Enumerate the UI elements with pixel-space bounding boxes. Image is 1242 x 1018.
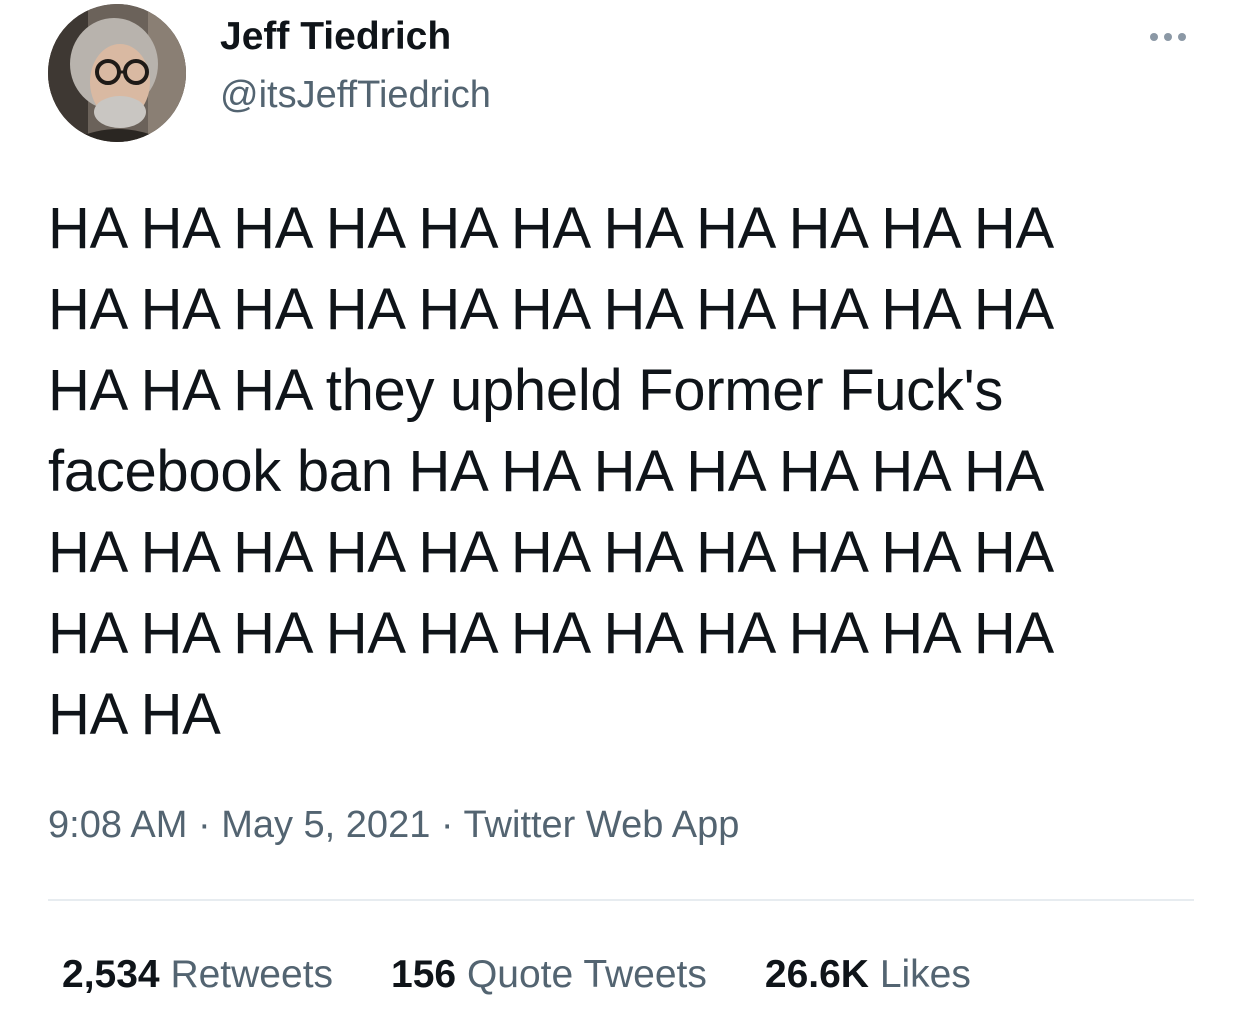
quote-tweets-stat[interactable]: 156 Quote Tweets (391, 952, 707, 998)
retweets-stat[interactable]: 2,534 Retweets (62, 952, 333, 998)
display-name[interactable]: Jeff Tiedrich (220, 14, 451, 60)
more-horizontal-icon (1150, 33, 1158, 41)
user-handle[interactable]: @itsJeffTiedrich (220, 72, 491, 118)
meta-separator: · (187, 804, 222, 846)
tweet-date[interactable]: May 5, 2021 (221, 804, 430, 846)
divider (48, 899, 1194, 901)
likes-stat[interactable]: 26.6K Likes (765, 952, 971, 998)
tweet-source[interactable]: Twitter Web App (463, 804, 739, 846)
retweets-label: Retweets (170, 953, 334, 996)
profile-photo-icon (48, 4, 186, 142)
tweet-time[interactable]: 9:08 AM (48, 804, 187, 846)
tweet-metadata: 9:08 AM · May 5, 2021 · Twitter Web App (48, 802, 739, 848)
more-options-button[interactable] (1140, 22, 1196, 52)
quote-tweets-label: Quote Tweets (466, 953, 707, 996)
tweet-text: HA HA HA HA HA HA HA HA HA HA HA HA HA H… (48, 196, 1054, 747)
likes-count: 26.6K (764, 953, 869, 996)
avatar[interactable] (48, 4, 186, 142)
meta-separator: · (430, 804, 464, 846)
likes-label: Likes (879, 953, 971, 996)
more-horizontal-icon (1164, 33, 1172, 41)
tweet-stats: 2,534 Retweets 156 Quote Tweets 26.6K Li… (62, 952, 1029, 998)
more-horizontal-icon (1178, 33, 1186, 41)
quote-tweets-count: 156 (391, 953, 457, 996)
retweets-count: 2,534 (62, 953, 160, 996)
